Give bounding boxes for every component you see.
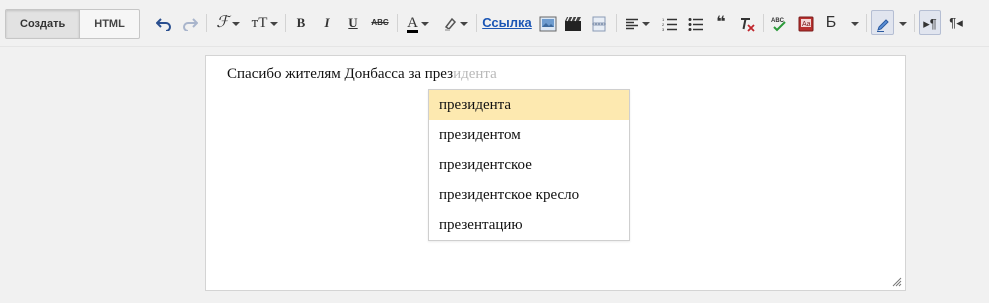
suggestion-item[interactable]: президентское кресло: [429, 180, 629, 210]
editing-mode-button[interactable]: [871, 10, 894, 35]
underline-button[interactable]: U: [344, 10, 362, 36]
numbered-list-icon: 1 2 3: [662, 17, 677, 32]
ltr-direction-button[interactable]: ▸¶: [919, 10, 941, 35]
separator: [206, 14, 207, 32]
editor-content[interactable]: Спасибо жителям Донбасса за президента: [227, 66, 497, 83]
strikethrough-button[interactable]: ABC: [368, 10, 392, 36]
text-color-icon: A: [407, 15, 418, 33]
numbered-list-button[interactable]: 1 2 3: [659, 10, 681, 36]
separator: [616, 14, 617, 32]
bulleted-list-icon: [688, 17, 703, 31]
image-icon: [539, 16, 557, 32]
ltr-icon: ▸¶: [923, 16, 937, 31]
resize-handle-icon[interactable]: [890, 275, 902, 287]
video-icon: [565, 16, 581, 31]
clear-formatting-icon: [741, 17, 755, 32]
rtl-direction-button[interactable]: ¶◂: [945, 10, 967, 36]
quote-icon: ❝: [716, 14, 726, 31]
editor-toolbar: Создать HTML ℱ тT B I U ABC A Ссылка 1 2…: [0, 0, 989, 47]
insert-link-button[interactable]: Ссылка: [482, 10, 532, 36]
alignment-button[interactable]: [622, 10, 652, 36]
autocomplete-suggestions: президента президентом президентское пре…: [428, 89, 630, 241]
tab-compose[interactable]: Создать: [6, 10, 80, 38]
redo-button[interactable]: [180, 10, 200, 36]
font-size-button[interactable]: тT: [249, 10, 281, 36]
separator: [914, 14, 915, 32]
font-family-button[interactable]: ℱ: [213, 10, 243, 36]
page-break-icon: [592, 16, 606, 32]
quote-button[interactable]: ❝: [710, 10, 732, 36]
font-family-icon: ℱ: [216, 14, 229, 31]
undo-icon: [155, 17, 171, 32]
input-tools-button[interactable]: Б: [822, 10, 840, 36]
mode-tabs: Создать HTML: [5, 9, 140, 39]
tab-html[interactable]: HTML: [79, 10, 139, 38]
separator: [866, 14, 867, 32]
redo-icon: [183, 17, 199, 32]
text-color-button[interactable]: A: [402, 10, 434, 36]
align-left-icon: [625, 18, 638, 29]
chevron-down-icon: [851, 21, 859, 26]
insert-image-button[interactable]: [537, 10, 559, 36]
italic-button[interactable]: I: [318, 10, 336, 36]
suggestion-item[interactable]: президента: [429, 90, 629, 120]
autocomplete-ghost-text: идента: [453, 66, 497, 82]
highlight-color-button[interactable]: [439, 10, 471, 36]
undo-button[interactable]: [154, 10, 174, 36]
chevron-down-icon: [899, 21, 907, 26]
jump-break-button[interactable]: [588, 10, 610, 36]
bold-button[interactable]: B: [292, 10, 310, 36]
highlighter-icon: [444, 17, 456, 31]
editing-mode-dropdown[interactable]: [896, 10, 910, 36]
dictionary-button[interactable]: Aa: [795, 10, 817, 36]
spell-check-icon: ABC: [771, 18, 786, 31]
separator: [476, 14, 477, 32]
suggestion-item[interactable]: президентское: [429, 150, 629, 180]
separator: [285, 14, 286, 32]
spell-check-button[interactable]: ABC: [768, 10, 790, 36]
dictionary-icon: Aa: [798, 16, 814, 32]
insert-video-button[interactable]: [562, 10, 584, 36]
bulleted-list-button[interactable]: [685, 10, 707, 36]
suggestion-item[interactable]: президентом: [429, 120, 629, 150]
suggestion-item[interactable]: презентацию: [429, 210, 629, 240]
font-size-icon: тT: [251, 15, 268, 31]
pencil-icon: [876, 18, 889, 32]
svg-text:Aa: Aa: [802, 21, 811, 28]
cyrillic-input-icon: Б: [825, 14, 837, 31]
rtl-icon: ¶◂: [949, 15, 963, 30]
separator: [763, 14, 764, 32]
svg-text:3: 3: [662, 27, 665, 31]
remove-formatting-button[interactable]: [736, 10, 758, 36]
typed-text: Спасибо жителям Донбасса за през: [227, 66, 454, 82]
separator: [397, 14, 398, 32]
input-tools-dropdown[interactable]: [848, 10, 862, 36]
